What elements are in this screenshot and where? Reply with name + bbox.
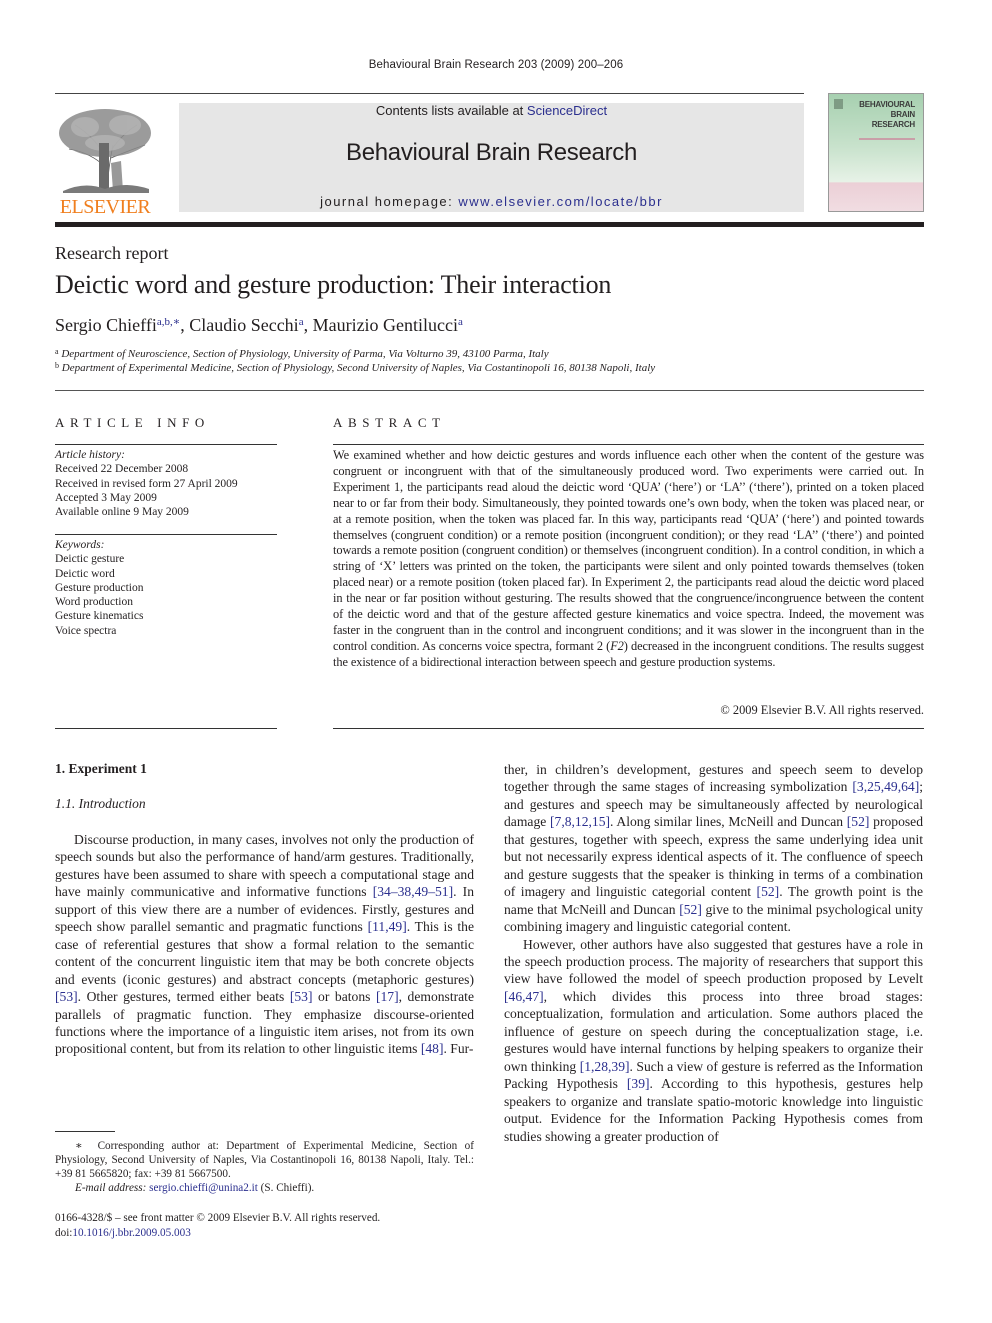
email-link[interactable]: sergio.chieffi@unina2.it (149, 1182, 258, 1194)
keyword: Deictic word (55, 567, 115, 580)
header-rule (55, 390, 924, 391)
author-affiliation-marks[interactable]: a (458, 316, 463, 328)
doi-line: doi:10.1016/j.bbr.2009.05.003 (55, 1226, 380, 1241)
issn-line: 0166-4328/$ – see front matter © 2009 El… (55, 1212, 381, 1224)
citation-link[interactable]: [34–38,49–51] (373, 884, 453, 899)
author-separator: , (180, 315, 190, 335)
history-entry: Accepted 3 May 2009 (55, 491, 157, 504)
top-rule (55, 93, 804, 94)
citation-link[interactable]: [39] (627, 1076, 650, 1091)
journal-title: Behavioural Brain Research (345, 139, 638, 166)
journal-homepage-line: journal homepage: www.elsevier.com/locat… (179, 194, 804, 209)
doi-prefix: doi: (55, 1227, 73, 1239)
footnote-text: Corresponding author at: Department of E… (55, 1140, 474, 1180)
keyword: Voice spectra (55, 624, 117, 637)
affiliation-mark: a (55, 347, 59, 356)
body-paragraph: ther, in children’s development, gesture… (504, 762, 923, 935)
citation-link[interactable]: [52] (847, 814, 870, 829)
article-info-heading: ARTICLE INFO (55, 415, 210, 430)
body-column-left: Discourse production, in many cases, inv… (55, 831, 474, 1058)
cover-title-line: RESEARCH (871, 120, 915, 129)
divider (55, 444, 277, 445)
divider (333, 728, 924, 729)
email-suffix: (S. Chieffi). (257, 1182, 315, 1194)
body-column-right: ther, in children’s development, gesture… (504, 761, 923, 1145)
section-heading: 1. Experiment 1 (55, 761, 147, 776)
cover-title: BEHAVIOURAL BRAIN RESEARCH (859, 100, 915, 130)
homepage-prefix: journal homepage: (320, 194, 459, 209)
divider (333, 444, 924, 445)
footnote-rule (55, 1131, 115, 1132)
sciencedirect-link[interactable]: ScienceDirect (527, 103, 607, 118)
journal-masthead: Contents lists available at ScienceDirec… (179, 103, 804, 212)
running-head: Behavioural Brain Research 203 (2009) 20… (368, 59, 624, 71)
affiliation: b Department of Experimental Medicine, S… (55, 361, 655, 374)
keyword: Word production (55, 596, 133, 609)
citation-link[interactable]: [11,49] (368, 919, 407, 934)
journal-cover-image: BEHAVIOURAL BRAIN RESEARCH (828, 93, 924, 212)
citation-link[interactable]: [7,8,12,15] (550, 814, 610, 829)
article-history-label: Article history: (55, 449, 125, 461)
abstract-copyright: © 2009 Elsevier B.V. All rights reserved… (720, 703, 924, 717)
affiliation: a Department of Neuroscience, Section of… (55, 347, 549, 360)
article-history: Article history: Received 22 December 20… (55, 448, 277, 519)
author-name[interactable]: Maurizio Gentilucci (313, 315, 458, 335)
contents-line: Contents lists available at ScienceDirec… (179, 103, 804, 118)
citation-link[interactable]: [46,47] (504, 989, 544, 1004)
contents-prefix: Contents lists available at (375, 103, 527, 118)
abstract-heading: ABSTRACT (333, 415, 446, 430)
divider (55, 534, 277, 535)
history-entry: Available online 9 May 2009 (55, 506, 189, 519)
author-list: Sergio Chieffia,b,∗, Claudio Secchi a, Ma… (55, 315, 463, 336)
article-type: Research report (55, 243, 169, 263)
cover-title-line: BRAIN (890, 110, 916, 119)
affiliation-text: Department of Experimental Medicine, Sec… (61, 362, 656, 374)
article-title: Deictic word and gesture production: The… (55, 270, 612, 299)
cover-subtitle-bar (859, 138, 915, 140)
keywords: Keywords: Deictic gesture Deictic word G… (55, 538, 277, 638)
elsevier-wordmark: ELSEVIER (59, 196, 151, 218)
history-entry: Received 22 December 2008 (55, 463, 189, 476)
keyword: Deictic gesture (55, 553, 125, 566)
abstract-text: We examined whether and how deictic gest… (333, 448, 924, 671)
keyword: Gesture production (55, 581, 144, 594)
author-name[interactable]: Claudio Secchi (189, 315, 298, 335)
affiliation-text: Department of Neuroscience, Section of P… (61, 348, 549, 360)
journal-homepage-link[interactable]: www.elsevier.com/locate/bbr (458, 194, 663, 209)
footnote-mark: ∗ (75, 1140, 83, 1152)
citation-link[interactable]: [17] (376, 989, 399, 1004)
citation-link[interactable]: [53] (290, 989, 313, 1004)
divider (55, 728, 277, 729)
abstract-text-italic: F2 (610, 638, 624, 653)
keyword: Gesture kinematics (55, 610, 144, 623)
front-matter: 0166-4328/$ – see front matter © 2009 El… (55, 1211, 380, 1241)
author-affiliation-marks[interactable]: a,b,∗ (157, 316, 180, 328)
header-thick-rule (55, 222, 924, 227)
affiliation-mark: b (55, 361, 59, 370)
author-name[interactable]: Sergio Chieffi (55, 315, 157, 335)
abstract-text-part: We examined whether and how deictic gest… (333, 448, 924, 653)
citation-link[interactable]: [52] (757, 884, 780, 899)
body-paragraph: However, other authors have also suggest… (504, 936, 923, 1144)
email-label: E-mail address: (75, 1182, 147, 1194)
citation-link[interactable]: [1,28,39] (580, 1059, 630, 1074)
doi-link[interactable]: 10.1016/j.bbr.2009.05.003 (72, 1227, 190, 1239)
citation-link[interactable]: [48] (421, 1041, 444, 1056)
cover-title-line: BEHAVIOURAL (859, 100, 915, 109)
citation-link[interactable]: [52] (679, 902, 702, 917)
history-entry: Received in revised form 27 April 2009 (55, 477, 238, 490)
cover-publisher-logo-icon (834, 99, 843, 109)
corresponding-author-footnote: ∗ Corresponding author at: Department of… (55, 1139, 474, 1195)
citation-link[interactable]: [53] (55, 989, 78, 1004)
keywords-label: Keywords: (55, 539, 105, 551)
body-paragraph: Discourse production, in many cases, inv… (55, 832, 474, 1057)
citation-link[interactable]: [3,25,49,64] (852, 779, 919, 794)
author-separator: , (303, 315, 313, 335)
subsection-heading: 1.1. Introduction (55, 796, 146, 811)
